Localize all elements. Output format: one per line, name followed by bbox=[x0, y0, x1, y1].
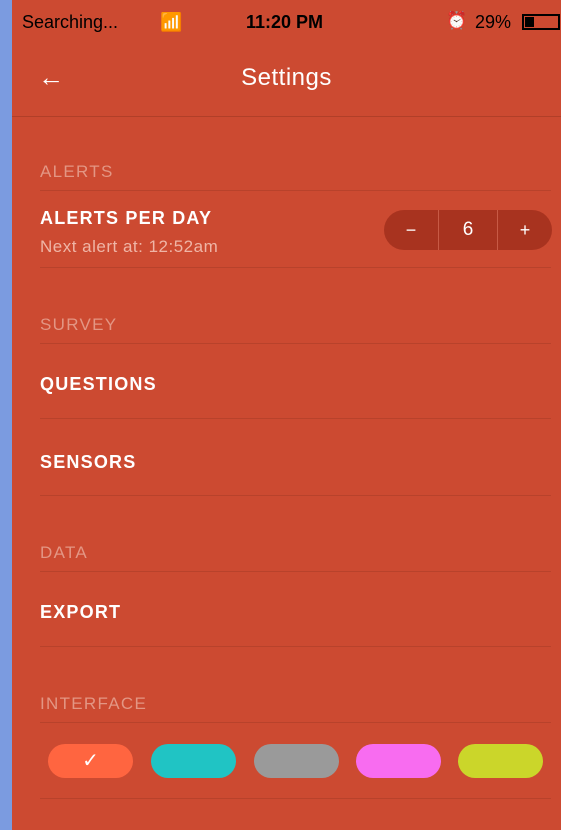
alerts-per-day-stepper: − 6 + bbox=[384, 210, 552, 250]
color-swatch-pink[interactable] bbox=[356, 744, 441, 778]
questions-row[interactable]: QUESTIONS bbox=[40, 374, 157, 395]
section-header-survey: SURVEY bbox=[40, 315, 118, 334]
section-header-data: DATA bbox=[40, 543, 89, 562]
section-header-interface: INTERFACE bbox=[40, 694, 148, 713]
next-alert-text: Next alert at: 12:52am bbox=[40, 237, 219, 256]
color-swatch-gray[interactable] bbox=[254, 744, 339, 778]
color-swatch-lime[interactable] bbox=[458, 744, 543, 778]
phone-screen: Searching... 📶 11:20 PM ⏰ 29% ← Settings… bbox=[12, 0, 561, 830]
divider bbox=[40, 646, 551, 647]
battery-percent: 29% bbox=[475, 12, 512, 32]
divider bbox=[40, 571, 551, 572]
divider bbox=[40, 722, 551, 723]
stepper-value: 6 bbox=[438, 210, 498, 250]
export-row[interactable]: EXPORT bbox=[40, 602, 121, 623]
sensors-row[interactable]: SENSORS bbox=[40, 452, 136, 473]
status-bar: Searching... 📶 11:20 PM ⏰ 29% bbox=[12, 0, 561, 42]
page-title: Settings bbox=[241, 64, 332, 91]
divider bbox=[40, 343, 551, 344]
battery-icon bbox=[522, 14, 560, 30]
increment-button[interactable]: + bbox=[498, 210, 552, 250]
carrier-text: Searching... bbox=[22, 12, 119, 32]
clock-time: 11:20 PM bbox=[246, 12, 324, 32]
divider bbox=[40, 190, 551, 191]
divider bbox=[40, 495, 551, 496]
nav-bar: ← Settings bbox=[12, 42, 561, 117]
divider bbox=[40, 267, 551, 268]
checkmark-icon: ✓ bbox=[82, 750, 99, 772]
section-header-alerts: ALERTS bbox=[40, 162, 114, 181]
alerts-per-day-label: ALERTS PER DAY bbox=[40, 208, 213, 228]
divider bbox=[40, 798, 551, 799]
decrement-button[interactable]: − bbox=[384, 210, 438, 250]
alarm-clock-icon: ⏰ bbox=[446, 11, 468, 30]
divider bbox=[40, 418, 551, 419]
color-swatch-teal[interactable] bbox=[151, 744, 236, 778]
wifi-icon: 📶 bbox=[160, 12, 183, 32]
color-swatch-orange[interactable]: ✓ bbox=[48, 744, 133, 778]
